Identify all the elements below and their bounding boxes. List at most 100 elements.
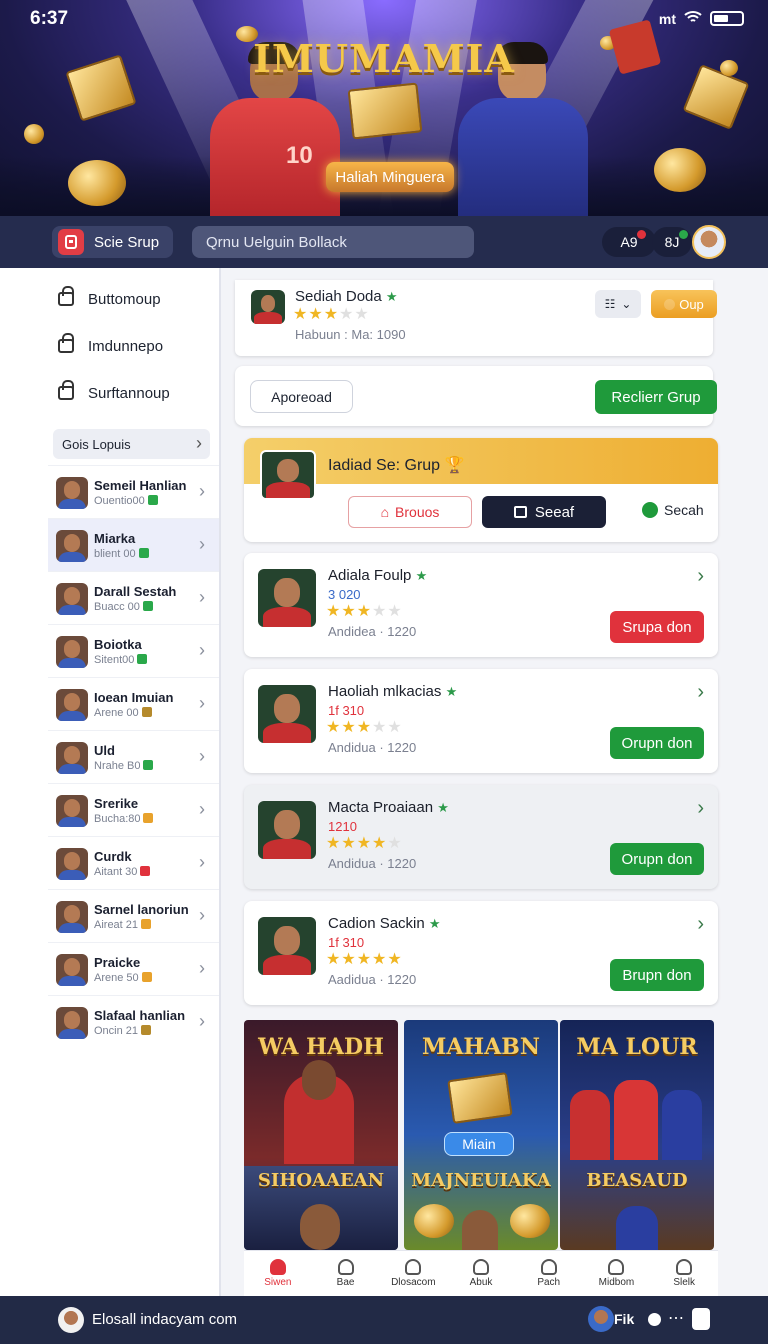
chevron-right-icon: › — [199, 481, 205, 501]
tab-item[interactable]: Bae — [312, 1251, 380, 1296]
promo-tile-0[interactable]: WA HADH SIHOAAEAN — [244, 1020, 398, 1250]
actions-card: Aporeoad Reclierr Grup — [235, 366, 717, 426]
sidebar-user-sub-text: Ouentio00 — [94, 495, 145, 507]
share-icon[interactable] — [692, 1308, 710, 1330]
join-group-button[interactable]: Brupn don — [610, 959, 704, 991]
avatar — [56, 636, 88, 668]
chevron-right-icon: › — [199, 1011, 205, 1031]
sidebar-user-item[interactable]: Uld Nrahe B0 › — [48, 730, 219, 783]
status-badge-icon — [141, 972, 152, 982]
hero-banner: 10 6:37 mt IMUMAMIA Haliah Minguera — [0, 0, 768, 216]
sidebar-nav-item-1[interactable]: Imdunnepo — [0, 323, 219, 370]
tab-label: Dlosacom — [391, 1277, 436, 1288]
create-group-button[interactable]: Reclierr Grup — [595, 380, 717, 414]
promo-tile-title: MAHABN — [422, 1034, 540, 1060]
chevron-right-icon[interactable]: › — [697, 913, 704, 936]
search-input[interactable]: Qrnu Uelguin Bollack — [192, 226, 474, 258]
tab-item[interactable]: Siwen — [244, 1251, 312, 1296]
tab-item[interactable]: Dlosacom — [379, 1251, 447, 1296]
join-group-button[interactable]: Srupa don — [610, 611, 704, 643]
chevron-right-icon[interactable]: › — [697, 797, 704, 820]
sidebar-user-item[interactable]: Ioean Imuian Arene 00 › — [48, 677, 219, 730]
avatar — [56, 689, 88, 721]
hero-badge-button[interactable]: Haliah Minguera — [326, 162, 454, 192]
group-meta: Andidua · 1220 — [328, 740, 417, 755]
gold-trophy-icon — [447, 1072, 513, 1124]
message-chip[interactable]: 8J — [652, 227, 692, 257]
chevron-right-icon[interactable]: › — [697, 565, 704, 588]
group-card[interactable]: Macta Proaiaan ★ 1210 ★★★★★ Andidua · 1220 ›… — [244, 785, 718, 889]
sidebar-user-sub-text: blient 00 — [94, 548, 136, 560]
footer-user-avatar[interactable] — [588, 1306, 614, 1332]
status-badge-icon — [137, 654, 148, 664]
verified-star-icon: ★ — [437, 800, 449, 815]
group-name: Adiala Foulp — [328, 567, 412, 584]
promo-tile-2[interactable]: MA LOUR BEASAUD — [560, 1020, 714, 1250]
status-icons: mt — [659, 10, 744, 27]
group-card[interactable]: Haoliah mlkacias ★ 1f 310 ★★★★★ Andidua · 1… — [244, 669, 718, 773]
tab-item[interactable]: Abuk — [447, 1251, 515, 1296]
verified-star-icon: ★ — [428, 916, 441, 931]
sidebar-user-item[interactable]: Srerike Bucha:80 › — [48, 783, 219, 836]
avatar — [56, 583, 88, 615]
verified-star-icon: ★ — [445, 684, 458, 699]
sidebar-user-item[interactable]: Sarnel lanoriun Aireat 21 › — [48, 889, 219, 942]
promo-tile-subtitle: SIHOAAEAN — [257, 1170, 385, 1191]
approve-button[interactable]: Aporeoad — [250, 380, 353, 413]
join-group-button[interactable]: Orupn don — [610, 727, 704, 759]
sidebar-nav-item-2[interactable]: Surftannoup — [0, 370, 219, 417]
sidebar-section-header[interactable]: Gois Lopuis — [53, 429, 210, 459]
sidebar-user-item[interactable]: Slafaal hanlian Oncin 21 › — [48, 995, 219, 1048]
tab-item[interactable]: Pach — [515, 1251, 583, 1296]
sidebar-nav-item-0[interactable]: Buttomoup — [0, 276, 219, 323]
group-card[interactable]: Cadion Sackin ★ 1f 310 ★★★★★ Aadidua · 1220… — [244, 901, 718, 1005]
chevron-right-icon[interactable]: › — [697, 681, 704, 704]
sidebar-user-sub: Buacc 00 — [94, 601, 153, 613]
window-icon — [513, 506, 527, 518]
tab-secah[interactable]: Secah — [642, 502, 704, 518]
sidebar-user-item[interactable]: Darall Sestah Buacc 00 › — [48, 571, 219, 624]
group-card[interactable]: Adiala Foulp ★ 3 020 ★★★★★ Andidea · 1220 › S… — [244, 553, 718, 657]
status-time: 6:37 — [30, 8, 69, 29]
group-stat: 1f 310 — [328, 935, 365, 950]
view-toggle-button[interactable]: ☷ ⌄ — [595, 290, 641, 318]
tab-label: Abuk — [469, 1277, 493, 1288]
sidebar-user-item[interactable]: Curdk Aitant 30 › — [48, 836, 219, 889]
trophy-icon: 🏆 — [444, 457, 465, 474]
group-menu-button[interactable]: Scie Srup — [52, 226, 174, 258]
avatar — [56, 1007, 88, 1039]
group-meta: Andidea · 1220 — [328, 624, 417, 639]
tab-groups[interactable]: ⌂ Brouos — [348, 496, 472, 528]
sidebar-user-item[interactable]: Praicke Arene 50 › — [48, 942, 219, 995]
footer-avatar[interactable] — [58, 1307, 84, 1333]
sidebar-user-item[interactable]: Semeil Hanlian Ouentio00 › — [48, 465, 219, 518]
tab-item[interactable]: Midbom — [583, 1251, 651, 1296]
sidebar-user-name: Miarka — [94, 531, 136, 546]
play-button[interactable]: Miain — [444, 1132, 514, 1156]
hero-title: IMUMAMIA — [253, 36, 515, 81]
battery-icon — [710, 11, 744, 26]
sidebar-user-item[interactable]: Boiotka Sitent00 › — [48, 624, 219, 677]
lock-icon — [58, 333, 74, 353]
sidebar-user-item[interactable]: Miarka blient 00 › — [48, 518, 219, 571]
join-group-button[interactable]: Orupn don — [610, 843, 704, 875]
group-rating: ★★★★★ — [326, 835, 403, 852]
tab-item[interactable]: Slelk — [650, 1251, 718, 1296]
sidebar-user-sub: Arene 50 — [94, 972, 152, 984]
sidebar-user-sub-text: Aireat 21 — [94, 919, 139, 931]
profile-avatar[interactable] — [692, 225, 726, 259]
more-icon[interactable]: ⋯ — [668, 1308, 684, 1328]
wifi-icon — [684, 10, 702, 27]
sidebar-user-sub-text: Nrahe B0 — [94, 760, 141, 772]
tab-search[interactable]: Seeaf — [482, 496, 606, 528]
promo-tile-1[interactable]: MAHABN Miain MAJNEUIAKA — [404, 1020, 558, 1250]
sidebar-user-name: Uld — [94, 743, 115, 758]
profile-name: Sediah Doda — [295, 288, 382, 305]
coin-icon — [664, 298, 676, 310]
sidebar-user-sub-text: Aitant 30 — [94, 866, 138, 878]
carrier-label: mt — [658, 10, 676, 27]
sidebar: Buttomoup Imdunnepo Surftannoup Gois Lop… — [0, 268, 221, 1296]
profile-group-button[interactable]: Oup — [651, 290, 717, 318]
sidebar-user-sub-text: Oncin 21 — [94, 1025, 139, 1037]
notification-chip[interactable]: A9 — [602, 227, 656, 257]
